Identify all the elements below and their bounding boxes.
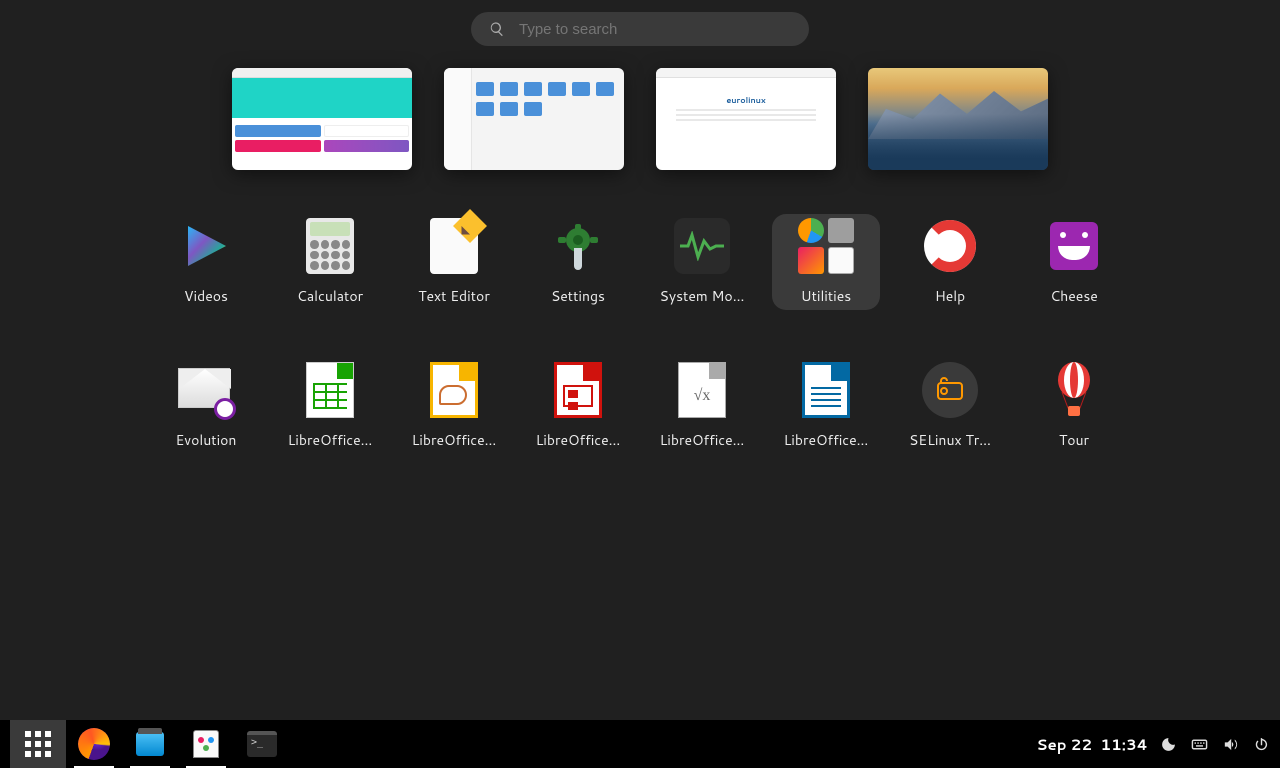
night-light-icon[interactable] [1160,736,1177,753]
app-label: Help [935,286,965,306]
app-label: Calculator [297,286,363,306]
app-libreoffice-draw[interactable]: LibreOffice… [400,358,508,454]
terminal-icon [247,731,277,757]
workspace-thumb-4[interactable] [868,68,1048,170]
workspace-thumb-2[interactable] [444,68,624,170]
libreoffice-writer-icon [798,362,854,418]
app-label: Tour [1059,430,1089,450]
search-input[interactable] [519,21,791,38]
firefox-launcher[interactable] [66,720,122,768]
cheese-icon [1046,218,1102,274]
app-system-monitor[interactable]: System Mo… [648,214,756,310]
workspace-thumb-1[interactable] [232,68,412,170]
files-launcher[interactable] [122,720,178,768]
libreoffice-impress-icon [550,362,606,418]
software-launcher[interactable] [178,720,234,768]
app-utilities-folder[interactable]: Utilities [772,214,880,310]
selinux-icon [922,362,978,418]
app-label: LibreOffice… [288,430,373,450]
app-label: System Mo… [660,286,745,306]
app-cheese[interactable]: Cheese [1020,214,1128,310]
firefox-icon [78,728,110,760]
app-videos[interactable]: Videos [152,214,260,310]
app-label: LibreOffice… [784,430,869,450]
app-evolution[interactable]: Evolution [152,358,260,454]
app-tour[interactable]: Tour [1020,358,1128,454]
system-tray [1160,736,1270,753]
terminal-launcher[interactable] [234,720,290,768]
power-icon[interactable] [1253,736,1270,753]
help-icon [922,218,978,274]
bottom-panel: Sep 22 11:34 [0,720,1280,768]
videos-icon [178,218,234,274]
tour-icon [1046,362,1102,418]
libreoffice-calc-icon [302,362,358,418]
system-monitor-icon [674,218,730,274]
software-icon [193,730,219,758]
app-help[interactable]: Help [896,214,1004,310]
libreoffice-draw-icon [426,362,482,418]
workspace-thumb-3[interactable]: eurolinux [656,68,836,170]
app-libreoffice-math[interactable]: √x LibreOffice… [648,358,756,454]
app-label: Videos [184,286,228,306]
text-editor-icon [426,218,482,274]
volume-icon[interactable] [1222,736,1239,753]
search-bar[interactable] [471,12,809,46]
app-grid: Videos Calculator Text Editor Settings S… [0,214,1280,454]
utilities-folder-icon [798,218,854,274]
keyboard-icon[interactable] [1191,736,1208,753]
panel-clock[interactable]: Sep 22 11:34 [1036,734,1148,755]
files-icon [136,732,164,756]
evolution-icon [178,362,234,418]
settings-icon [550,218,606,274]
app-settings[interactable]: Settings [524,214,632,310]
calculator-icon [302,218,358,274]
panel-date: Sep 22 [1036,734,1092,755]
app-libreoffice-impress[interactable]: LibreOffice… [524,358,632,454]
panel-time: 11:34 [1100,734,1148,755]
app-label: SELinux Tr… [909,430,991,450]
app-label: Evolution [176,430,237,450]
app-label: LibreOffice… [660,430,745,450]
app-selinux[interactable]: SELinux Tr… [896,358,1004,454]
app-label: Text Editor [418,286,490,306]
app-label: Cheese [1050,286,1098,306]
search-icon [489,21,505,37]
workspace-switcher: eurolinux [0,68,1280,170]
app-libreoffice-writer[interactable]: LibreOffice… [772,358,880,454]
app-label: Utilities [801,286,852,306]
app-label: LibreOffice… [412,430,497,450]
app-libreoffice-calc[interactable]: LibreOffice… [276,358,384,454]
activities-button[interactable] [10,720,66,768]
app-text-editor[interactable]: Text Editor [400,214,508,310]
app-calculator[interactable]: Calculator [276,214,384,310]
app-label: Settings [551,286,605,306]
app-label: LibreOffice… [536,430,621,450]
libreoffice-math-icon: √x [674,362,730,418]
grid-icon [25,731,51,757]
